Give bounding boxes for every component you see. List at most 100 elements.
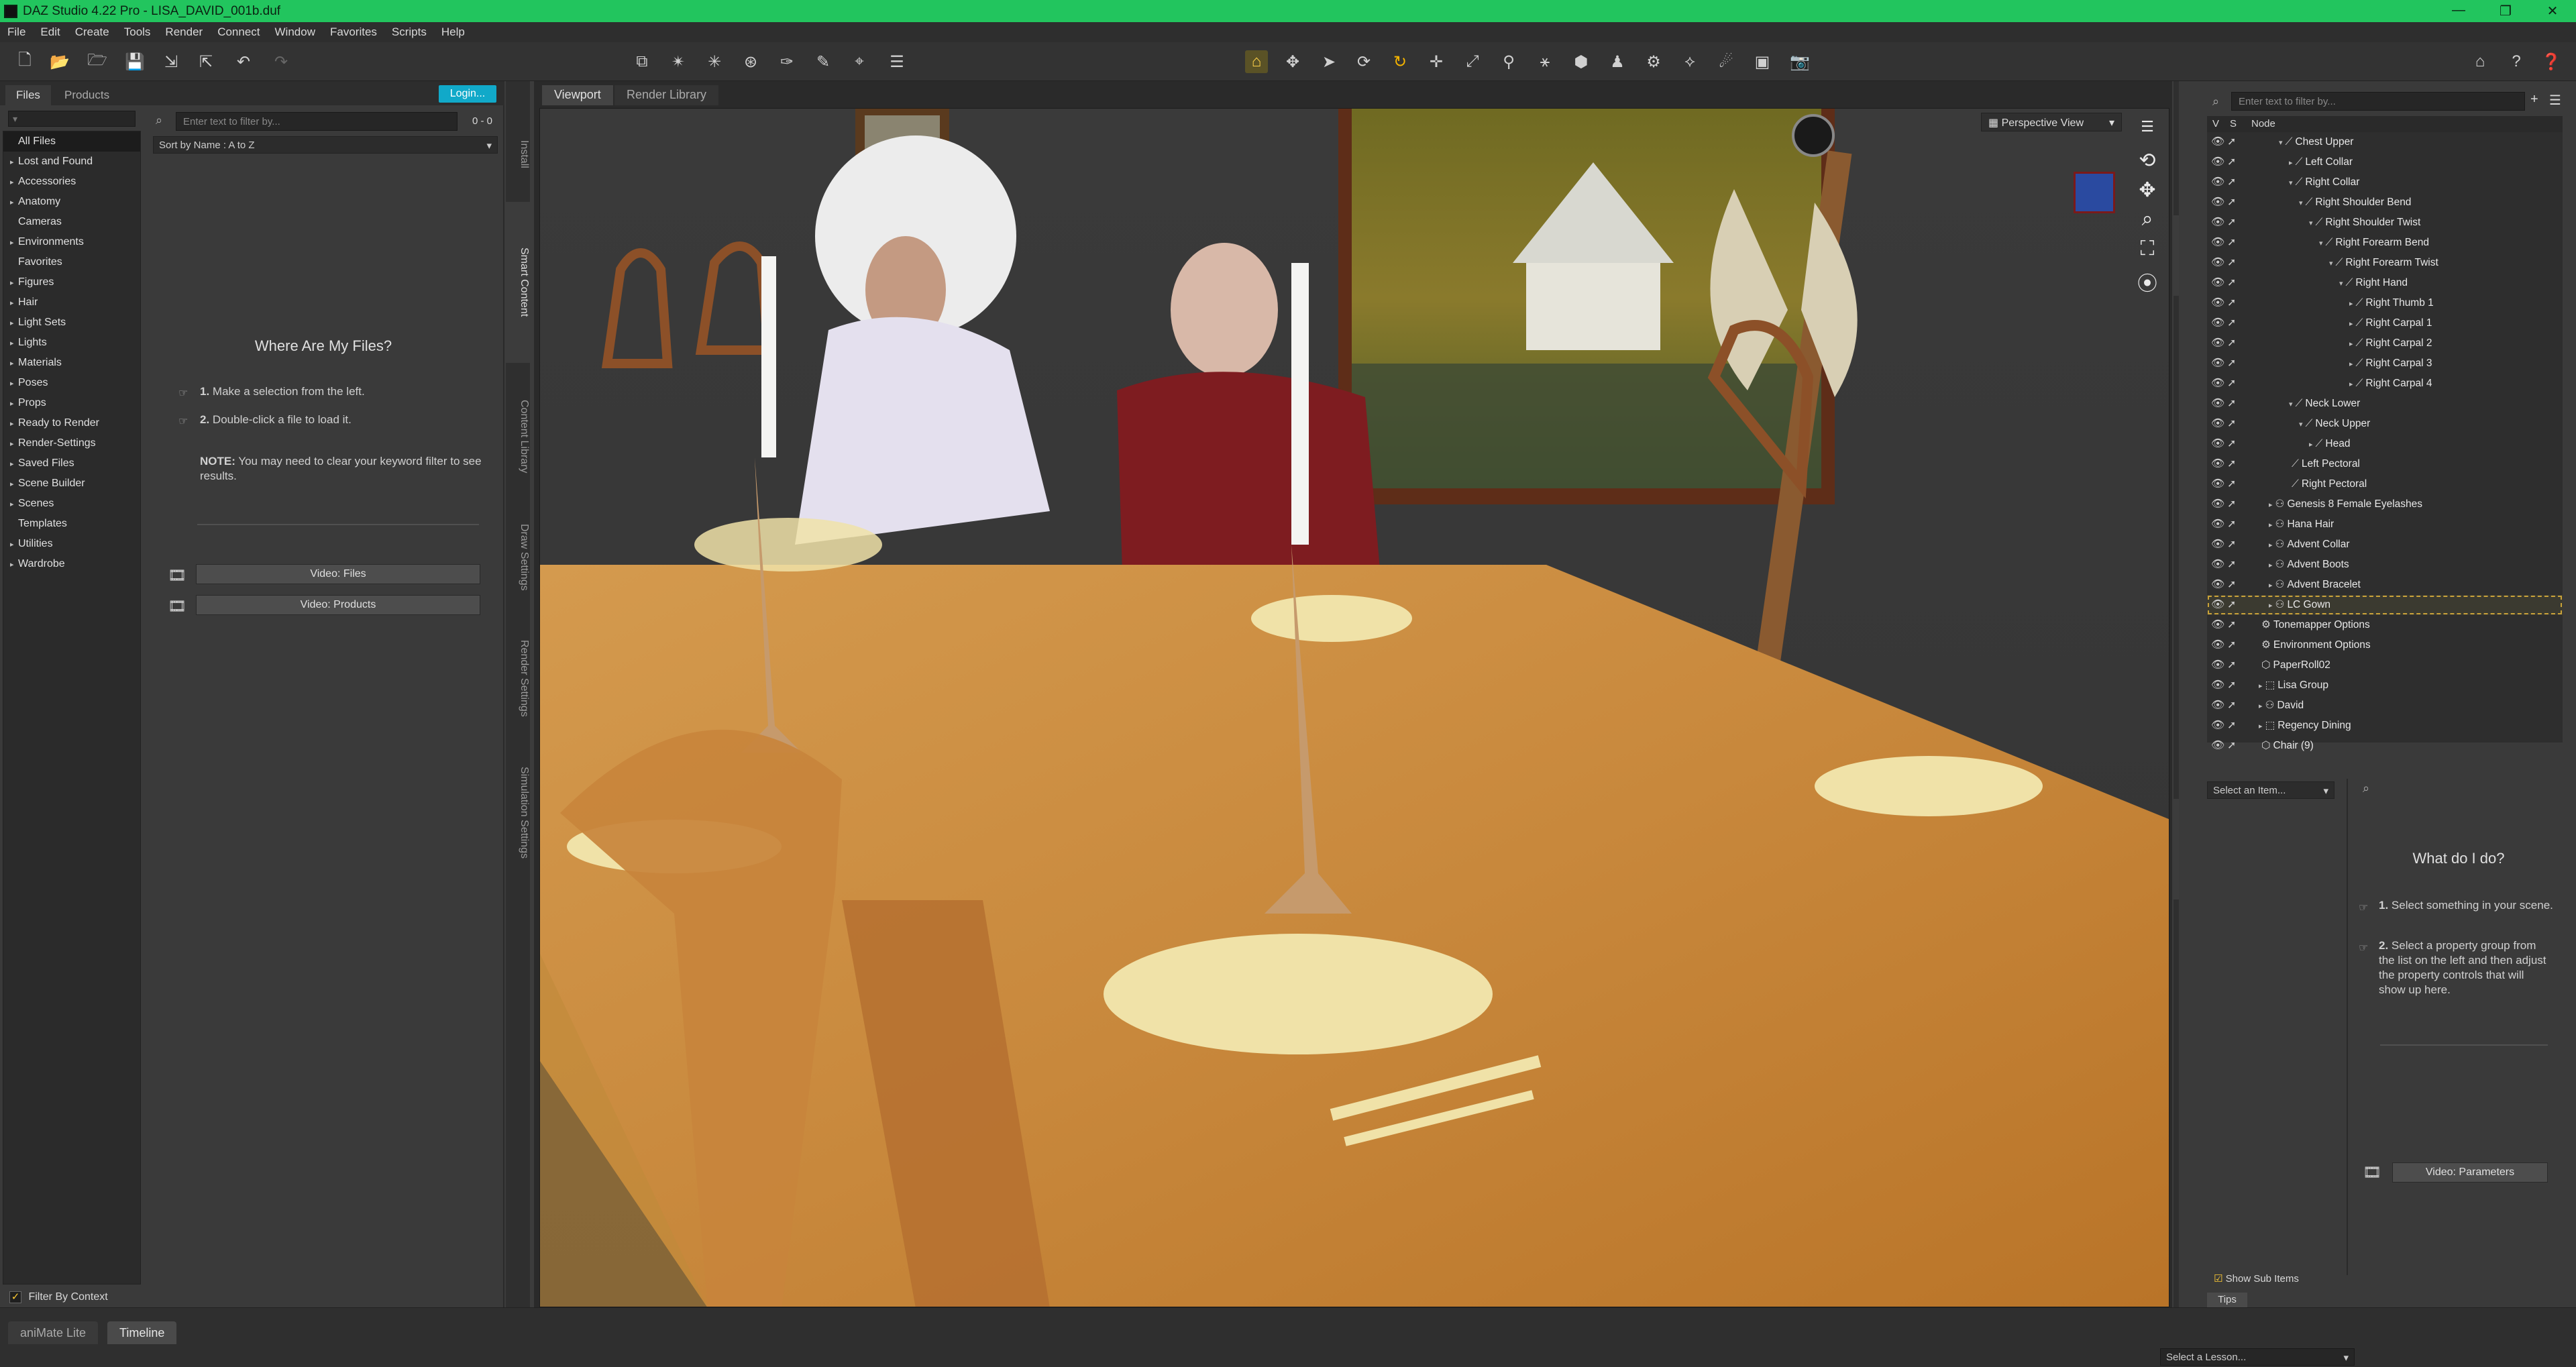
menu-edit[interactable]: Edit bbox=[33, 25, 67, 39]
selectable-arrow-icon[interactable]: ➚ bbox=[2227, 213, 2236, 233]
expand-arrow-icon[interactable]: ▸ bbox=[2259, 722, 2263, 730]
scene-node[interactable]: 👁 ➚ ▾ ⟋ Right Shoulder Bend bbox=[2207, 193, 2563, 213]
selectable-arrow-icon[interactable]: ➚ bbox=[2227, 434, 2236, 454]
selectable-arrow-icon[interactable]: ➚ bbox=[2227, 293, 2236, 313]
expand-arrow-icon[interactable]: ▸ bbox=[2349, 340, 2353, 348]
scene-node[interactable]: 👁 ➚ ▸ ⟋ Left Collar bbox=[2207, 152, 2563, 172]
expand-arrow-icon[interactable]: ▾ bbox=[2289, 179, 2293, 187]
scene-node[interactable]: 👁 ➚ ⬡ PaperRoll02 bbox=[2207, 655, 2563, 675]
expand-arrow-icon[interactable]: ▾ bbox=[2289, 400, 2293, 408]
view-cube-icon[interactable] bbox=[2074, 172, 2115, 213]
maximize-button[interactable]: ❐ bbox=[2482, 3, 2529, 19]
visibility-eye-icon[interactable]: 👁 bbox=[2211, 595, 2224, 615]
expand-arrow-icon[interactable]: ▸ bbox=[10, 353, 18, 374]
figure-icon[interactable]: ♟ bbox=[1606, 50, 1629, 73]
selectable-arrow-icon[interactable]: ➚ bbox=[2227, 394, 2236, 414]
transform-icon[interactable]: ⚹ bbox=[1534, 50, 1556, 73]
category-item[interactable]: ▸ Poses bbox=[3, 373, 140, 393]
scene-node[interactable]: 👁 ➚ ▸ ⚇ Advent Bracelet bbox=[2207, 575, 2563, 595]
category-item[interactable]: ▸ Materials bbox=[3, 353, 140, 373]
col-visibility[interactable]: V bbox=[2212, 116, 2219, 132]
open-recent-icon[interactable]: 🗁 bbox=[86, 50, 109, 73]
tab-timeline[interactable]: Timeline bbox=[107, 1321, 177, 1344]
category-item[interactable]: ▸ Utilities bbox=[3, 534, 140, 554]
category-item[interactable]: ▸ Scene Builder bbox=[3, 474, 140, 494]
col-selectable[interactable]: S bbox=[2230, 116, 2237, 132]
geometry-editor-icon[interactable]: ✎ bbox=[812, 50, 835, 73]
visibility-eye-icon[interactable]: 👁 bbox=[2211, 353, 2224, 374]
import-icon[interactable]: ⇲ bbox=[160, 50, 182, 73]
selectable-arrow-icon[interactable]: ➚ bbox=[2227, 414, 2236, 434]
tab-animate-lite[interactable]: aniMate Lite bbox=[8, 1321, 99, 1344]
selectable-arrow-icon[interactable]: ➚ bbox=[2227, 172, 2236, 193]
expand-arrow-icon[interactable]: ▸ bbox=[2269, 602, 2273, 610]
scene-node[interactable]: 👁 ➚ ▾ ⟋ Right Forearm Bend bbox=[2207, 233, 2563, 253]
show-sub-items-toggle[interactable]: ☑ Show Sub Items bbox=[2214, 1272, 2299, 1284]
joint-editor-icon[interactable]: ⚲ bbox=[1497, 50, 1520, 73]
scene-node[interactable]: 👁 ➚ ▾ ⟋ Neck Upper bbox=[2207, 414, 2563, 434]
expand-arrow-icon[interactable]: ▸ bbox=[2349, 320, 2353, 328]
scene-node[interactable]: 👁 ➚ ⚙ Tonemapper Options bbox=[2207, 615, 2563, 635]
visibility-eye-icon[interactable]: 👁 bbox=[2211, 514, 2224, 535]
tab-viewport[interactable]: Viewport bbox=[542, 85, 613, 105]
selectable-arrow-icon[interactable]: ➚ bbox=[2227, 374, 2236, 394]
lesson-dropdown[interactable]: Select a Lesson... ▾ bbox=[2160, 1348, 2355, 1366]
expand-arrow-icon[interactable]: ▸ bbox=[10, 494, 18, 514]
selectable-arrow-icon[interactable]: ➚ bbox=[2227, 675, 2236, 696]
category-item[interactable]: ▸ Scenes bbox=[3, 494, 140, 514]
selectable-arrow-icon[interactable]: ➚ bbox=[2227, 595, 2236, 615]
visibility-eye-icon[interactable]: 👁 bbox=[2211, 273, 2224, 293]
selectable-arrow-icon[interactable]: ➚ bbox=[2227, 655, 2236, 675]
expand-arrow-icon[interactable]: ▸ bbox=[10, 172, 18, 193]
orbit-icon[interactable]: ⟲ bbox=[2135, 149, 2159, 173]
viewport-menu-icon[interactable]: ☰ bbox=[2135, 118, 2159, 142]
pan-icon[interactable]: ✥ bbox=[2135, 178, 2159, 203]
save-icon[interactable]: 💾 bbox=[123, 50, 146, 73]
category-item[interactable]: ▸ Figures bbox=[3, 272, 140, 292]
tips-tab[interactable]: Tips bbox=[2207, 1293, 2247, 1307]
visibility-eye-icon[interactable]: 👁 bbox=[2211, 152, 2224, 172]
video-products-button[interactable]: Video: Products bbox=[196, 595, 480, 615]
visibility-eye-icon[interactable]: 👁 bbox=[2211, 555, 2224, 575]
category-item[interactable]: ▸ Lost and Found bbox=[3, 152, 140, 172]
expand-arrow-icon[interactable]: ▸ bbox=[10, 535, 18, 555]
universal-tool-icon[interactable]: ✳ bbox=[703, 50, 726, 73]
expand-arrow-icon[interactable]: ▸ bbox=[2309, 441, 2313, 449]
scene-node[interactable]: 👁 ➚ ▸ ⟋ Right Thumb 1 bbox=[2207, 293, 2563, 313]
region-render-icon[interactable]: ⟡ bbox=[1678, 50, 1701, 73]
minimize-button[interactable]: — bbox=[2435, 3, 2482, 19]
tab-render-library[interactable]: Render Library bbox=[614, 85, 719, 105]
expand-arrow-icon[interactable]: ▸ bbox=[2269, 582, 2273, 590]
scale-icon[interactable]: ⤢ bbox=[1461, 50, 1484, 73]
category-item[interactable]: ▸ Props bbox=[3, 393, 140, 413]
selectable-arrow-icon[interactable]: ➚ bbox=[2227, 273, 2236, 293]
visibility-eye-icon[interactable]: 👁 bbox=[2211, 313, 2224, 333]
scene-node[interactable]: 👁 ➚ ▸ ⚇ David bbox=[2207, 696, 2563, 716]
visibility-eye-icon[interactable]: 👁 bbox=[2211, 474, 2224, 494]
expand-arrow-icon[interactable]: ▸ bbox=[2259, 682, 2263, 690]
expand-arrow-icon[interactable]: ▾ bbox=[2279, 139, 2283, 147]
scene-node[interactable]: 👁 ➚ ▸ ⟋ Head bbox=[2207, 434, 2563, 454]
visibility-eye-icon[interactable]: 👁 bbox=[2211, 213, 2224, 233]
move-icon[interactable]: ✛ bbox=[1425, 50, 1448, 73]
scene-node[interactable]: 👁 ➚ ▸ ⚇ Hana Hair bbox=[2207, 514, 2563, 535]
selectable-arrow-icon[interactable]: ➚ bbox=[2227, 575, 2236, 595]
selectable-arrow-icon[interactable]: ➚ bbox=[2227, 555, 2236, 575]
visibility-eye-icon[interactable]: 👁 bbox=[2211, 193, 2224, 213]
menu-tools[interactable]: Tools bbox=[117, 25, 158, 39]
scene-node[interactable]: 👁 ➚ ▾ ⟋ Right Collar bbox=[2207, 172, 2563, 193]
zoom-icon[interactable]: ⌕ bbox=[2135, 208, 2159, 232]
selectable-arrow-icon[interactable]: ➚ bbox=[2227, 635, 2236, 655]
close-button[interactable]: ✕ bbox=[2529, 3, 2576, 19]
category-item[interactable]: ▸ Ready to Render bbox=[3, 413, 140, 433]
expand-arrow-icon[interactable]: ▸ bbox=[2349, 360, 2353, 368]
category-item[interactable]: ▸ Lights bbox=[3, 333, 140, 353]
help-icon[interactable]: ❓ bbox=[2540, 50, 2563, 73]
tab-products[interactable]: Products bbox=[54, 85, 120, 105]
scene-node[interactable]: 👁 ➚ ▸ ⚇ Advent Collar bbox=[2207, 535, 2563, 555]
tab-files[interactable]: Files bbox=[5, 85, 51, 105]
category-item[interactable]: Templates bbox=[3, 514, 140, 534]
visibility-eye-icon[interactable]: 👁 bbox=[2211, 736, 2224, 756]
open-icon[interactable]: 📂 bbox=[48, 50, 71, 73]
expand-arrow-icon[interactable]: ▸ bbox=[2269, 561, 2273, 569]
